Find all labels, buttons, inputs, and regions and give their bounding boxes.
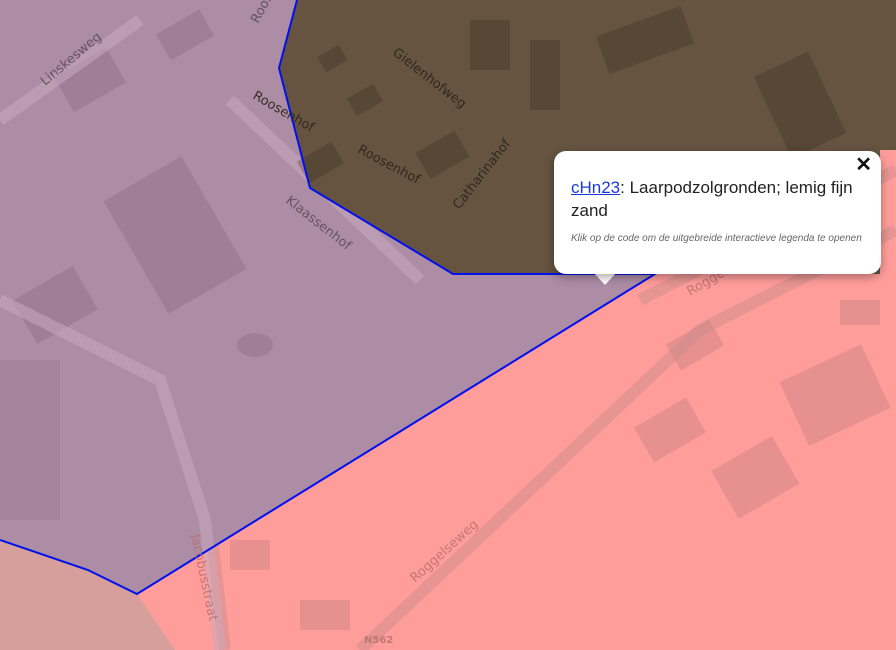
popup-title: cHn23: Laarpodzolgronden; lemig fijn zan…: [571, 176, 867, 222]
map-canvas[interactable]: Linskesweg Roosenhof Roosenhof Gielenhof…: [0, 0, 896, 650]
soil-map[interactable]: Linskesweg Roosenhof Roosenhof Gielenhof…: [0, 0, 896, 650]
popup-separator: :: [620, 178, 630, 197]
legend-hint: Klik op de code om de uitgebreide intera…: [571, 233, 862, 244]
popup-pointer: [594, 273, 616, 285]
feature-info-popup: ✕ cHn23: Laarpodzolgronden; lemig fijn z…: [554, 151, 881, 274]
close-icon[interactable]: ✕: [855, 155, 872, 175]
soil-code-link[interactable]: cHn23: [571, 178, 620, 197]
road-number-n562: N562: [364, 635, 393, 646]
